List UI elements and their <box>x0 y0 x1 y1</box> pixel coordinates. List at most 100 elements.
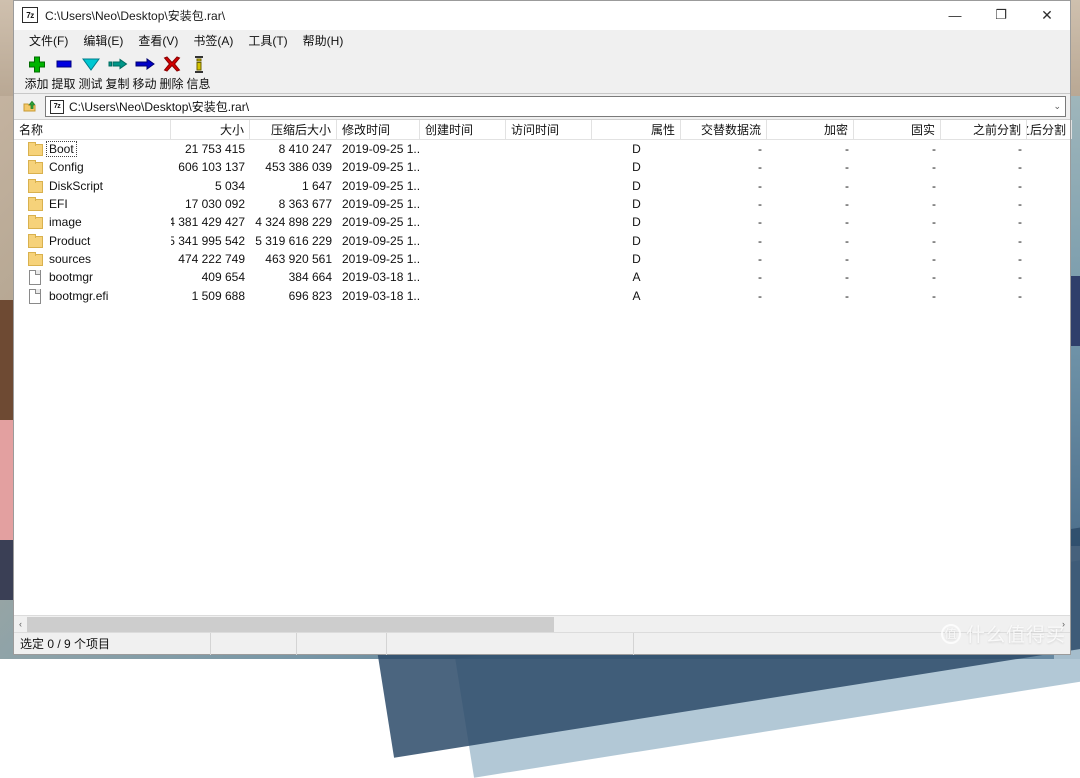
cell-created <box>420 140 506 158</box>
column-header-ads[interactable]: 交替数据流 <box>681 120 767 139</box>
toolbar-button-4[interactable]: 移动 <box>131 54 158 92</box>
cell-accessed <box>506 195 592 213</box>
file-name-label: Boot <box>47 142 76 156</box>
toolbar-button-6[interactable]: 信息 <box>185 54 212 92</box>
table-row[interactable]: Config606 103 137453 386 0392019-09-25 1… <box>14 158 1070 176</box>
cell-solid: - <box>854 268 941 286</box>
file-list[interactable]: Boot21 753 4158 410 2472019-09-25 1...D-… <box>14 140 1070 615</box>
cell-ads: - <box>681 140 767 158</box>
column-header-splitaft[interactable]: 之后分割 <box>1027 120 1072 139</box>
toolbar-button-label: 信息 <box>186 75 210 92</box>
up-one-level-icon[interactable] <box>19 96 41 118</box>
cell-name: bootmgr <box>14 268 171 286</box>
scroll-left-arrow-icon[interactable]: ‹ <box>14 617 27 632</box>
column-header-created[interactable]: 创建时间 <box>420 120 506 139</box>
menu-item-4[interactable]: 工具(T) <box>241 30 295 51</box>
toolbar-button-0[interactable]: 添加 <box>23 54 50 92</box>
menu-item-1[interactable]: 编辑(E) <box>76 30 131 51</box>
cell-modified: 2019-03-18 1... <box>337 287 420 305</box>
table-row[interactable]: Boot21 753 4158 410 2472019-09-25 1...D-… <box>14 140 1070 158</box>
column-header-attrs[interactable]: 属性 <box>592 120 681 139</box>
toolbar-button-3[interactable]: 复制 <box>104 54 131 92</box>
menu-item-2[interactable]: 查看(V) <box>131 30 186 51</box>
cell-name: Boot <box>14 140 171 158</box>
cell-splitaft <box>1027 268 1070 286</box>
cell-accessed <box>506 287 592 305</box>
cell-encrypt: - <box>767 250 854 268</box>
toolbar-button-1[interactable]: 提取 <box>50 54 77 92</box>
column-header-solid[interactable]: 固实 <box>854 120 941 139</box>
cell-ads: - <box>681 213 767 231</box>
cell-encrypt: - <box>767 195 854 213</box>
menu-item-5[interactable]: 帮助(H) <box>296 30 352 51</box>
close-button[interactable]: ✕ <box>1024 1 1070 30</box>
cell-size: 409 654 <box>171 268 250 286</box>
cell-created <box>420 158 506 176</box>
file-name-label: bootmgr <box>47 270 95 284</box>
cell-modified: 2019-09-25 1... <box>337 232 420 250</box>
table-row[interactable]: Product5 341 995 5425 319 616 2292019-09… <box>14 231 1070 249</box>
column-header-encrypt[interactable]: 加密 <box>767 120 854 139</box>
horizontal-scrollbar[interactable]: ‹ › <box>14 615 1070 632</box>
cell-solid: - <box>854 287 941 305</box>
cell-created <box>420 232 506 250</box>
table-row[interactable]: sources474 222 749463 920 5612019-09-25 … <box>14 250 1070 268</box>
table-row[interactable]: EFI17 030 0928 363 6772019-09-25 1...D--… <box>14 195 1070 213</box>
name-cell-content: bootmgr.efi <box>14 289 110 303</box>
address-path-text: C:\Users\Neo\Desktop\安装包.rar\ <box>69 98 249 115</box>
table-row[interactable]: bootmgr409 654384 6642019-03-18 1...A---… <box>14 268 1070 286</box>
cell-encrypt: - <box>767 177 854 195</box>
minimize-button[interactable]: — <box>932 1 978 30</box>
cell-created <box>420 213 506 231</box>
title-bar: 7z C:\Users\Neo\Desktop\安装包.rar\ — ❐ ✕ <box>14 1 1070 30</box>
cell-modified: 2019-09-25 1... <box>337 250 420 268</box>
cell-accessed <box>506 250 592 268</box>
scrollbar-thumb[interactable] <box>27 617 554 632</box>
cell-solid: - <box>854 158 941 176</box>
address-input[interactable]: 7z C:\Users\Neo\Desktop\安装包.rar\ ⌄ <box>45 96 1066 117</box>
column-header-packed[interactable]: 压缩后大小 <box>250 120 337 139</box>
cell-solid: - <box>854 140 941 158</box>
chevron-down-icon[interactable]: ⌄ <box>1053 101 1061 112</box>
file-name-label: bootmgr.efi <box>47 289 110 303</box>
cell-packed: 5 319 616 229 <box>250 232 337 250</box>
cell-solid: - <box>854 213 941 231</box>
scrollbar-track[interactable] <box>27 617 1057 632</box>
table-row[interactable]: DiskScript5 0341 6472019-09-25 1...D---- <box>14 177 1070 195</box>
toolbar-button-label: 提取 <box>51 75 75 92</box>
table-row[interactable]: image4 381 429 4274 324 898 2292019-09-2… <box>14 213 1070 231</box>
cell-splitaft <box>1027 232 1070 250</box>
file-name-label: sources <box>47 252 93 266</box>
column-header-name[interactable]: 名称 <box>14 120 171 139</box>
file-name-label: Product <box>47 234 92 248</box>
cell-size: 17 030 092 <box>171 195 250 213</box>
cell-attrs: D <box>592 213 681 231</box>
cell-accessed <box>506 213 592 231</box>
toolbar: 添加提取测试复制移动删除信息 <box>14 52 1070 94</box>
cell-encrypt: - <box>767 140 854 158</box>
cell-size: 606 103 137 <box>171 158 250 176</box>
name-cell-content: image <box>14 215 84 229</box>
cell-attrs: D <box>592 158 681 176</box>
menu-item-3[interactable]: 书签(A) <box>186 30 241 51</box>
menu-item-0[interactable]: 文件(F) <box>22 30 76 51</box>
cell-attrs: D <box>592 140 681 158</box>
column-header-splitbef[interactable]: 之前分割 <box>941 120 1027 139</box>
cell-accessed <box>506 140 592 158</box>
cell-splitaft <box>1027 158 1070 176</box>
cell-splitaft <box>1027 177 1070 195</box>
cell-packed: 8 363 677 <box>250 195 337 213</box>
cell-splitaft <box>1027 195 1070 213</box>
cell-solid: - <box>854 232 941 250</box>
column-header-accessed[interactable]: 访问时间 <box>506 120 592 139</box>
toolbar-button-2[interactable]: 测试 <box>77 54 104 92</box>
cell-packed: 696 823 <box>250 287 337 305</box>
folder-icon <box>28 215 42 229</box>
maximize-button[interactable]: ❐ <box>978 1 1024 30</box>
column-header-modified[interactable]: 修改时间 <box>337 120 420 139</box>
column-header-size[interactable]: 大小 <box>171 120 250 139</box>
table-row[interactable]: bootmgr.efi1 509 688696 8232019-03-18 1.… <box>14 286 1070 304</box>
scroll-right-arrow-icon[interactable]: › <box>1057 617 1070 632</box>
folder-icon <box>28 142 42 156</box>
toolbar-button-5[interactable]: 删除 <box>158 54 185 92</box>
